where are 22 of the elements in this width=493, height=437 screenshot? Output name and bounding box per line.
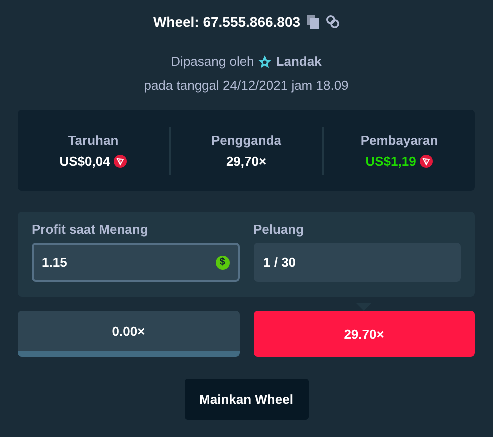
pointer-icon <box>356 303 372 311</box>
field-label: Profit saat Menang <box>32 222 150 237</box>
user-link[interactable]: Landak <box>276 54 322 69</box>
placed-by-label: Dipasang oleh <box>171 54 254 69</box>
input-field[interactable]: 1.15 $ <box>32 243 240 282</box>
play-button[interactable]: Mainkan Wheel <box>184 379 308 420</box>
link-icon[interactable] <box>326 15 340 29</box>
multiplier-segment[interactable]: 0.00× <box>18 311 240 357</box>
multiplier-segment[interactable]: 29.70× <box>254 311 475 357</box>
star-icon <box>258 54 272 68</box>
stat-label: Taruhan <box>68 132 119 148</box>
date-text: pada tanggal 24/12/2021 jam 18.09 <box>143 78 350 93</box>
dollar-coin-icon: $ <box>216 256 230 270</box>
stat-value: US$1,19 <box>366 154 416 168</box>
stat-label: Pembayaran <box>360 132 438 148</box>
stat-value: 29,70× <box>226 154 267 168</box>
field-label: Peluang <box>254 222 306 237</box>
input-field[interactable]: 1 / 30 <box>254 243 461 282</box>
stat-value: US$0,04 <box>60 154 110 168</box>
stat-label: Pengganda <box>211 132 282 148</box>
bet-title: Wheel: 67.555.866.803 <box>153 14 301 30</box>
copy-icon[interactable] <box>306 15 320 29</box>
